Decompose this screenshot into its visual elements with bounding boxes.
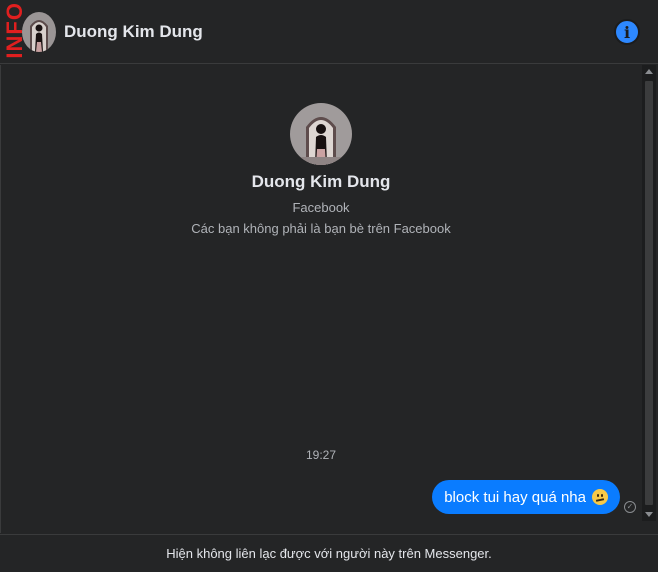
sent-check-icon: ✓: [624, 501, 636, 513]
profile-source: Facebook: [292, 200, 350, 215]
unavailable-notice: Hiện không liên lạc được với người này t…: [0, 534, 658, 572]
unavailable-notice-text: Hiện không liên lạc được với người này t…: [166, 546, 492, 561]
scrollbar[interactable]: [642, 65, 656, 521]
chat-header: INFO Duong Kim Dung i: [0, 0, 658, 64]
info-icon: i: [623, 22, 631, 42]
scroll-up-arrow-icon[interactable]: [645, 69, 653, 74]
message-timestamp: 19:27: [305, 448, 337, 462]
confused-face-emoji-icon: [592, 489, 608, 505]
info-button[interactable]: i: [614, 19, 640, 45]
profile-avatar[interactable]: [290, 103, 352, 165]
message-text: block tui hay quá nha: [444, 488, 586, 506]
scroll-thumb[interactable]: [645, 81, 653, 505]
profile-name: Duong Kim Dung: [251, 172, 391, 191]
message-bubble[interactable]: block tui hay quá nha: [432, 480, 620, 514]
scroll-down-arrow-icon[interactable]: [645, 512, 653, 517]
contact-name[interactable]: Duong Kim Dung: [64, 22, 203, 42]
friend-status: Các bạn không phải là bạn bè trên Facebo…: [191, 221, 451, 236]
header-avatar[interactable]: [22, 12, 56, 52]
